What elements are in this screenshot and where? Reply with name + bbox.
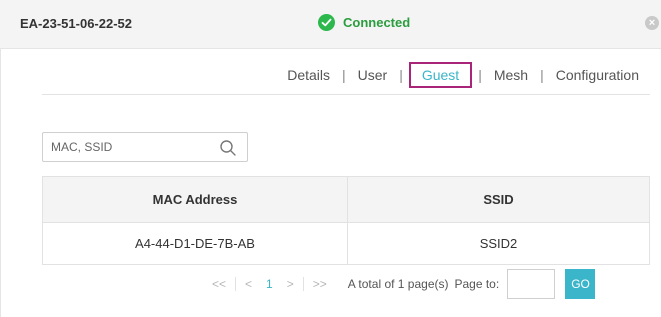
tab-user[interactable]: User xyxy=(356,67,390,83)
pager-separator xyxy=(302,277,304,291)
table-row: A4-44-D1-DE-7B-AB SSID2 xyxy=(42,222,650,265)
tab-separator: | xyxy=(342,67,346,83)
first-page-button[interactable]: << xyxy=(205,277,233,291)
pagination: << < 1 > >> A total of 1 page(s) Page to… xyxy=(205,268,596,300)
table-header-row: MAC Address SSID xyxy=(42,176,650,223)
search-box xyxy=(42,132,248,162)
page-to-input[interactable] xyxy=(507,269,556,299)
search-icon[interactable] xyxy=(219,139,237,157)
column-header-mac[interactable]: MAC Address xyxy=(42,176,348,223)
pager-separator xyxy=(235,277,237,291)
tab-guest-highlight: Guest xyxy=(408,62,473,88)
device-detail-panel: EA-23-51-06-22-52 Connected × Details | … xyxy=(0,0,661,317)
connection-status: Connected xyxy=(318,14,410,31)
check-circle-icon xyxy=(318,14,335,31)
go-button[interactable]: GO xyxy=(565,269,596,299)
column-header-ssid[interactable]: SSID xyxy=(347,176,650,223)
panel-header: EA-23-51-06-22-52 Connected × xyxy=(0,0,661,49)
tab-details[interactable]: Details xyxy=(285,67,332,83)
panel-left-border xyxy=(0,48,1,317)
device-name: EA-23-51-06-22-52 xyxy=(20,16,133,31)
page-number-current[interactable]: 1 xyxy=(259,277,280,291)
tab-mesh[interactable]: Mesh xyxy=(492,67,530,83)
tab-guest[interactable]: Guest xyxy=(420,67,461,83)
close-icon[interactable]: × xyxy=(645,16,659,30)
tab-divider xyxy=(42,94,650,95)
guest-table: MAC Address SSID A4-44-D1-DE-7B-AB SSID2 xyxy=(42,176,650,265)
cell-mac-address: A4-44-D1-DE-7B-AB xyxy=(42,222,348,265)
tab-separator: | xyxy=(478,67,482,83)
total-pages-text: A total of 1 page(s) xyxy=(347,277,449,291)
cell-ssid: SSID2 xyxy=(347,222,650,265)
tab-separator: | xyxy=(540,67,544,83)
prev-page-button[interactable]: < xyxy=(238,277,259,291)
page-to-label: Page to: xyxy=(454,277,500,291)
tab-separator: | xyxy=(399,67,403,83)
next-page-button[interactable]: > xyxy=(280,277,301,291)
status-text: Connected xyxy=(343,15,411,30)
tab-bar: Details | User | Guest | Mesh | Configur… xyxy=(285,62,641,88)
tab-configuration[interactable]: Configuration xyxy=(554,67,641,83)
search-input[interactable] xyxy=(43,133,229,161)
last-page-button[interactable]: >> xyxy=(306,277,334,291)
